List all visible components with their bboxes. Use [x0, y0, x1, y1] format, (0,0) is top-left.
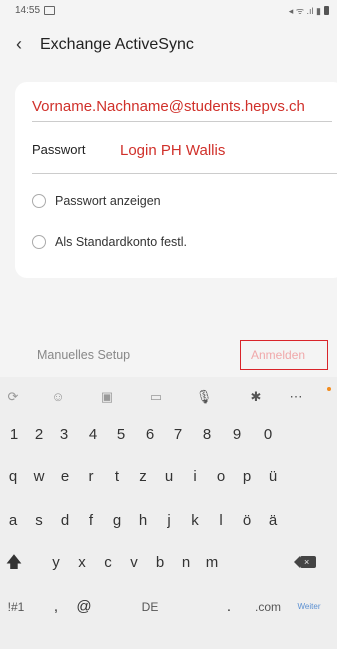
key-0[interactable]: 0: [254, 417, 282, 453]
gif-icon[interactable]: ▭: [145, 389, 167, 405]
login-button-label: Anmelden: [251, 348, 306, 362]
default-account-option[interactable]: Als Standardkonto festl.: [32, 233, 322, 253]
email-field[interactable]: Vorname.Nachname@students.hepvs.ch: [32, 97, 332, 122]
key-z[interactable]: z: [129, 459, 157, 495]
login-button[interactable]: Anmelden: [240, 340, 328, 370]
key-o[interactable]: o: [207, 459, 235, 495]
key-4[interactable]: 4: [79, 417, 107, 453]
key-n[interactable]: n: [172, 545, 200, 581]
key-x[interactable]: x: [68, 545, 96, 581]
key-g[interactable]: g: [103, 503, 131, 539]
bottom-key-row: !#1 , @ DE . .com Weiter: [0, 589, 337, 625]
backspace-icon[interactable]: ×: [294, 556, 316, 568]
key-d[interactable]: d: [51, 503, 79, 539]
keyboard: ⟳ ☺ ▣ ▭ 🎙︎ ✱ ⋯ 1 2 3 4 5 6 7 8 9 0 q w e…: [0, 377, 337, 649]
key-ae[interactable]: ä: [259, 503, 287, 539]
key-u[interactable]: u: [155, 459, 183, 495]
key-6[interactable]: 6: [136, 417, 164, 453]
text-translate-icon[interactable]: ⟳: [2, 389, 24, 405]
key-m[interactable]: m: [198, 545, 226, 581]
sticker-icon[interactable]: ▣: [96, 389, 118, 405]
letter-row-2: a s d f g h j k l ö ä: [0, 503, 337, 539]
shift-arrow-icon[interactable]: 🡅: [0, 545, 28, 581]
password-value: Login PH Wallis: [120, 142, 226, 159]
manual-setup-button[interactable]: Manuelles Setup: [37, 348, 130, 362]
bottom-actions: Manuelles Setup Anmelden: [0, 340, 337, 370]
default-account-radio-icon[interactable]: [32, 235, 46, 249]
key-r[interactable]: r: [77, 459, 105, 495]
page-title: Exchange ActiveSync: [40, 36, 194, 53]
key-9[interactable]: 9: [223, 417, 251, 453]
status-bar: 14:55 ◂ ᯤ .ıl ▮: [0, 0, 337, 22]
key-w[interactable]: w: [25, 459, 53, 495]
key-5[interactable]: 5: [107, 417, 135, 453]
key-c[interactable]: c: [94, 545, 122, 581]
emoji-icon[interactable]: ☺: [47, 389, 69, 404]
battery-icon: [324, 6, 329, 15]
key-v[interactable]: v: [120, 545, 148, 581]
key-oe[interactable]: ö: [233, 503, 261, 539]
key-7[interactable]: 7: [164, 417, 192, 453]
key-e[interactable]: e: [51, 459, 79, 495]
app-bar: ‹ Exchange ActiveSync: [0, 28, 337, 64]
key-8[interactable]: 8: [193, 417, 221, 453]
show-password-radio-icon[interactable]: [32, 194, 46, 208]
key-y[interactable]: y: [42, 545, 70, 581]
key-h[interactable]: h: [129, 503, 157, 539]
number-row: 1 2 3 4 5 6 7 8 9 0: [0, 417, 337, 453]
key-l[interactable]: l: [207, 503, 235, 539]
key-1[interactable]: 1: [0, 417, 28, 453]
default-account-label: Als Standardkonto festl.: [55, 235, 188, 249]
status-icons: ◂ ᯤ .ıl ▮: [289, 4, 329, 17]
letter-row-3: 🡅 y x c v b n m ×: [0, 545, 337, 581]
key-ue[interactable]: ü: [259, 459, 287, 495]
key-k[interactable]: k: [181, 503, 209, 539]
keyboard-toolbar: ⟳ ☺ ▣ ▭ 🎙︎ ✱ ⋯: [0, 377, 337, 417]
status-right-icons: ◂ ᯤ .ıl ▮: [288, 6, 321, 16]
microphone-icon[interactable]: 🎙︎: [193, 389, 215, 405]
key-3[interactable]: 3: [50, 417, 78, 453]
key-i[interactable]: i: [181, 459, 209, 495]
period-key[interactable]: .: [215, 589, 243, 625]
show-password-label: Passwort anzeigen: [55, 194, 161, 208]
key-s[interactable]: s: [25, 503, 53, 539]
letter-row-1: q w e r t z u i o p ü: [0, 459, 337, 495]
image-notification-icon: [44, 6, 55, 15]
status-time: 14:55: [15, 5, 41, 16]
dotcom-key[interactable]: .com: [250, 589, 286, 625]
account-form-card: Vorname.Nachname@students.hepvs.ch Passw…: [15, 82, 337, 278]
key-p[interactable]: p: [233, 459, 261, 495]
password-field[interactable]: Passwort Login PH Wallis: [32, 137, 337, 174]
comma-key[interactable]: ,: [42, 589, 70, 625]
key-b[interactable]: b: [146, 545, 174, 581]
next-key[interactable]: Weiter: [293, 589, 325, 625]
settings-icon[interactable]: ✱: [245, 389, 267, 405]
space-key[interactable]: DE: [110, 589, 190, 625]
key-t[interactable]: t: [103, 459, 131, 495]
at-key[interactable]: @: [70, 589, 98, 625]
key-q[interactable]: q: [0, 459, 27, 495]
notification-dot: [327, 387, 331, 391]
key-f[interactable]: f: [77, 503, 105, 539]
back-chevron-icon[interactable]: ‹: [16, 34, 22, 54]
email-value: Vorname.Nachname@students.hepvs.ch: [32, 98, 305, 115]
key-j[interactable]: j: [155, 503, 183, 539]
more-icon[interactable]: ⋯: [285, 389, 307, 405]
key-2[interactable]: 2: [25, 417, 53, 453]
password-label: Passwort: [32, 142, 86, 157]
symbols-key[interactable]: !#1: [0, 589, 32, 625]
show-password-option[interactable]: Passwort anzeigen: [32, 192, 322, 212]
key-a[interactable]: a: [0, 503, 27, 539]
